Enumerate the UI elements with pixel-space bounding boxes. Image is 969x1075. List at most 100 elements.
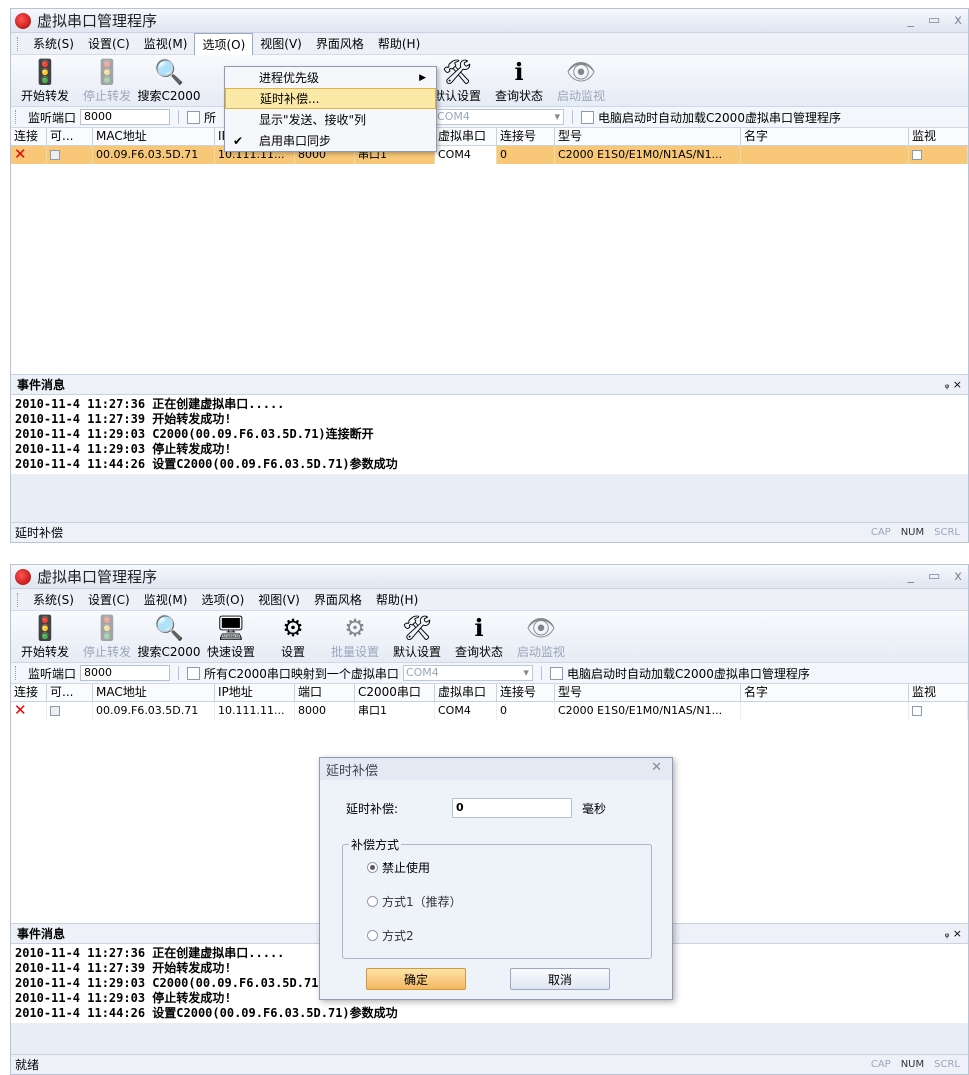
- menu-style[interactable]: 界面风格: [309, 33, 371, 54]
- col-c2000-port[interactable]: C2000串口: [355, 684, 435, 701]
- title-bar: 虚拟串口管理程序 _ ▭ x: [11, 9, 968, 33]
- options-bar: 监听端口 8000 所有C2000串口映射到一个虚拟串口 COM4 电脑启动时自…: [11, 663, 968, 684]
- autoload-checkbox[interactable]: [549, 666, 563, 680]
- radio-mode1[interactable]: 方式1（推荐）: [367, 893, 462, 910]
- query-status-button[interactable]: ℹ 查询状态: [451, 613, 507, 660]
- app-icon: [15, 568, 31, 585]
- app-icon: [15, 12, 31, 29]
- menu-item-show-send-receive[interactable]: 显示"发送、接收"列: [225, 109, 436, 130]
- start-monitor-button[interactable]: 👁 启动监视: [513, 613, 569, 660]
- quick-setup-button[interactable]: 🖥 快速设置: [203, 613, 259, 660]
- close-button[interactable]: x: [954, 569, 962, 584]
- com-port-select[interactable]: COM4: [402, 665, 533, 681]
- menu-item-process-priority[interactable]: 进程优先级 ▶: [225, 67, 436, 88]
- col-mac[interactable]: MAC地址: [93, 128, 215, 145]
- gears-icon: ⚙: [282, 614, 304, 642]
- menu-system[interactable]: 系统(S): [26, 33, 81, 54]
- separator: [178, 110, 180, 124]
- delay-input[interactable]: 0: [452, 798, 572, 818]
- dialog-close-icon[interactable]: ✕: [651, 760, 662, 775]
- menu-settings[interactable]: 设置(C): [81, 589, 137, 610]
- magnifier-icon: 🔍: [154, 58, 184, 86]
- start-forward-button[interactable]: 🚦 开始转发: [17, 613, 73, 660]
- panel-pin-close-icons[interactable]: ᵩ ×: [945, 378, 962, 391]
- dialog-title: 延时补偿: [326, 763, 379, 779]
- menu-settings[interactable]: 设置(C): [81, 33, 137, 54]
- search-c2000-button[interactable]: 🔍 搜索C2000: [138, 57, 201, 104]
- col-connect[interactable]: 连接: [11, 128, 47, 145]
- stop-forward-button[interactable]: 🚦 停止转发: [79, 613, 135, 660]
- radio-dot: [367, 930, 378, 941]
- com-port-select[interactable]: COM4: [434, 109, 565, 125]
- col-mac[interactable]: MAC地址: [93, 684, 215, 701]
- options-dropdown-menu: 进程优先级 ▶ 延时补偿... 显示"发送、接收"列 ✔ 启用串口同步: [224, 66, 437, 152]
- radio-disabled[interactable]: 禁止使用: [367, 859, 430, 876]
- col-enabled[interactable]: 可...: [47, 128, 93, 145]
- default-settings-button[interactable]: 🛠 默认设置: [389, 613, 445, 660]
- autoload-checkbox[interactable]: [581, 110, 595, 124]
- col-model[interactable]: 型号: [555, 684, 741, 701]
- col-conn-no[interactable]: 连接号: [497, 684, 555, 701]
- query-status-button[interactable]: ℹ 查询状态: [491, 57, 547, 104]
- cell-name: [741, 702, 909, 720]
- col-virtual-port[interactable]: 虚拟串口: [435, 128, 497, 145]
- col-connect[interactable]: 连接: [11, 684, 47, 701]
- close-button[interactable]: x: [954, 13, 962, 28]
- enabled-checkbox[interactable]: [47, 146, 93, 164]
- maximize-button[interactable]: ▭: [928, 569, 940, 584]
- status-bar: 延时补偿 CAP NUM SCRL: [11, 522, 968, 542]
- radio-mode2[interactable]: 方式2: [367, 927, 414, 944]
- default-settings-button[interactable]: 🛠 默认设置: [429, 57, 485, 104]
- minimize-button[interactable]: _: [908, 569, 915, 584]
- cancel-button[interactable]: 取消: [510, 968, 610, 990]
- search-c2000-button[interactable]: 🔍 搜索C2000: [138, 613, 201, 660]
- menu-help[interactable]: 帮助(H): [369, 589, 425, 610]
- listen-port-label: 监听端口: [28, 666, 77, 681]
- app-window-dialog-open: 虚拟串口管理程序 _ ▭ x 系统(S) 设置(C) 监视(M) 选项(O) 视…: [10, 564, 969, 1075]
- menu-view[interactable]: 视图(V): [253, 33, 309, 54]
- batch-settings-button[interactable]: ⚙ 批量设置: [327, 613, 383, 660]
- start-monitor-button[interactable]: 👁 启动监视: [553, 57, 609, 104]
- menu-item-delay-compensation[interactable]: 延时补偿...: [225, 88, 436, 109]
- map-all-checkbox[interactable]: [187, 666, 201, 680]
- col-model[interactable]: 型号: [555, 128, 741, 145]
- map-all-checkbox[interactable]: [187, 110, 201, 124]
- menu-monitor[interactable]: 监视(M): [137, 589, 195, 610]
- menu-style[interactable]: 界面风格: [307, 589, 369, 610]
- menu-system[interactable]: 系统(S): [26, 589, 81, 610]
- start-forward-button[interactable]: 🚦 开始转发: [17, 57, 73, 104]
- col-monitor[interactable]: 监视: [909, 684, 968, 701]
- table-row[interactable]: ✕ 00.09.F6.03.5D.71 10.111.11... 8000 串口…: [11, 702, 968, 720]
- menu-item-enable-sync[interactable]: ✔ 启用串口同步: [225, 130, 436, 151]
- col-port[interactable]: 端口: [295, 684, 355, 701]
- menu-options[interactable]: 选项(O): [194, 589, 251, 610]
- menu-help[interactable]: 帮助(H): [371, 33, 427, 54]
- listen-port-input[interactable]: 8000: [80, 665, 171, 681]
- monitor-checkbox[interactable]: [909, 702, 968, 720]
- col-conn-no[interactable]: 连接号: [497, 128, 555, 145]
- menu-options[interactable]: 选项(O): [194, 32, 254, 55]
- settings-button[interactable]: ⚙ 设置: [265, 613, 321, 660]
- stop-forward-button[interactable]: 🚦 停止转发: [79, 57, 135, 104]
- col-virtual-port[interactable]: 虚拟串口: [435, 684, 497, 701]
- window-title: 虚拟串口管理程序: [37, 12, 158, 30]
- scrl-indicator: SCRL: [934, 1059, 960, 1070]
- col-name[interactable]: 名字: [741, 684, 909, 701]
- maximize-button[interactable]: ▭: [928, 13, 940, 28]
- status-text: 延时补偿: [15, 526, 64, 540]
- log-line: 2010-11-4 11:29:03 停止转发成功!: [15, 442, 232, 456]
- ok-button[interactable]: 确定: [366, 968, 466, 990]
- listen-port-input[interactable]: 8000: [80, 109, 171, 125]
- enabled-checkbox[interactable]: [47, 702, 93, 720]
- col-enabled[interactable]: 可...: [47, 684, 93, 701]
- col-monitor[interactable]: 监视: [909, 128, 968, 145]
- monitor-checkbox[interactable]: [909, 146, 968, 164]
- col-ip[interactable]: IP地址: [215, 684, 295, 701]
- minimize-button[interactable]: _: [908, 13, 915, 28]
- col-name[interactable]: 名字: [741, 128, 909, 145]
- menu-monitor[interactable]: 监视(M): [137, 33, 195, 54]
- table-row[interactable]: ✕ 00.09.F6.03.5D.71 10.111.11... 8000 串口…: [11, 146, 968, 164]
- panel-pin-close-icons[interactable]: ᵩ ×: [945, 927, 962, 940]
- monitor-eye-icon: 👁: [525, 614, 557, 642]
- menu-view[interactable]: 视图(V): [251, 589, 307, 610]
